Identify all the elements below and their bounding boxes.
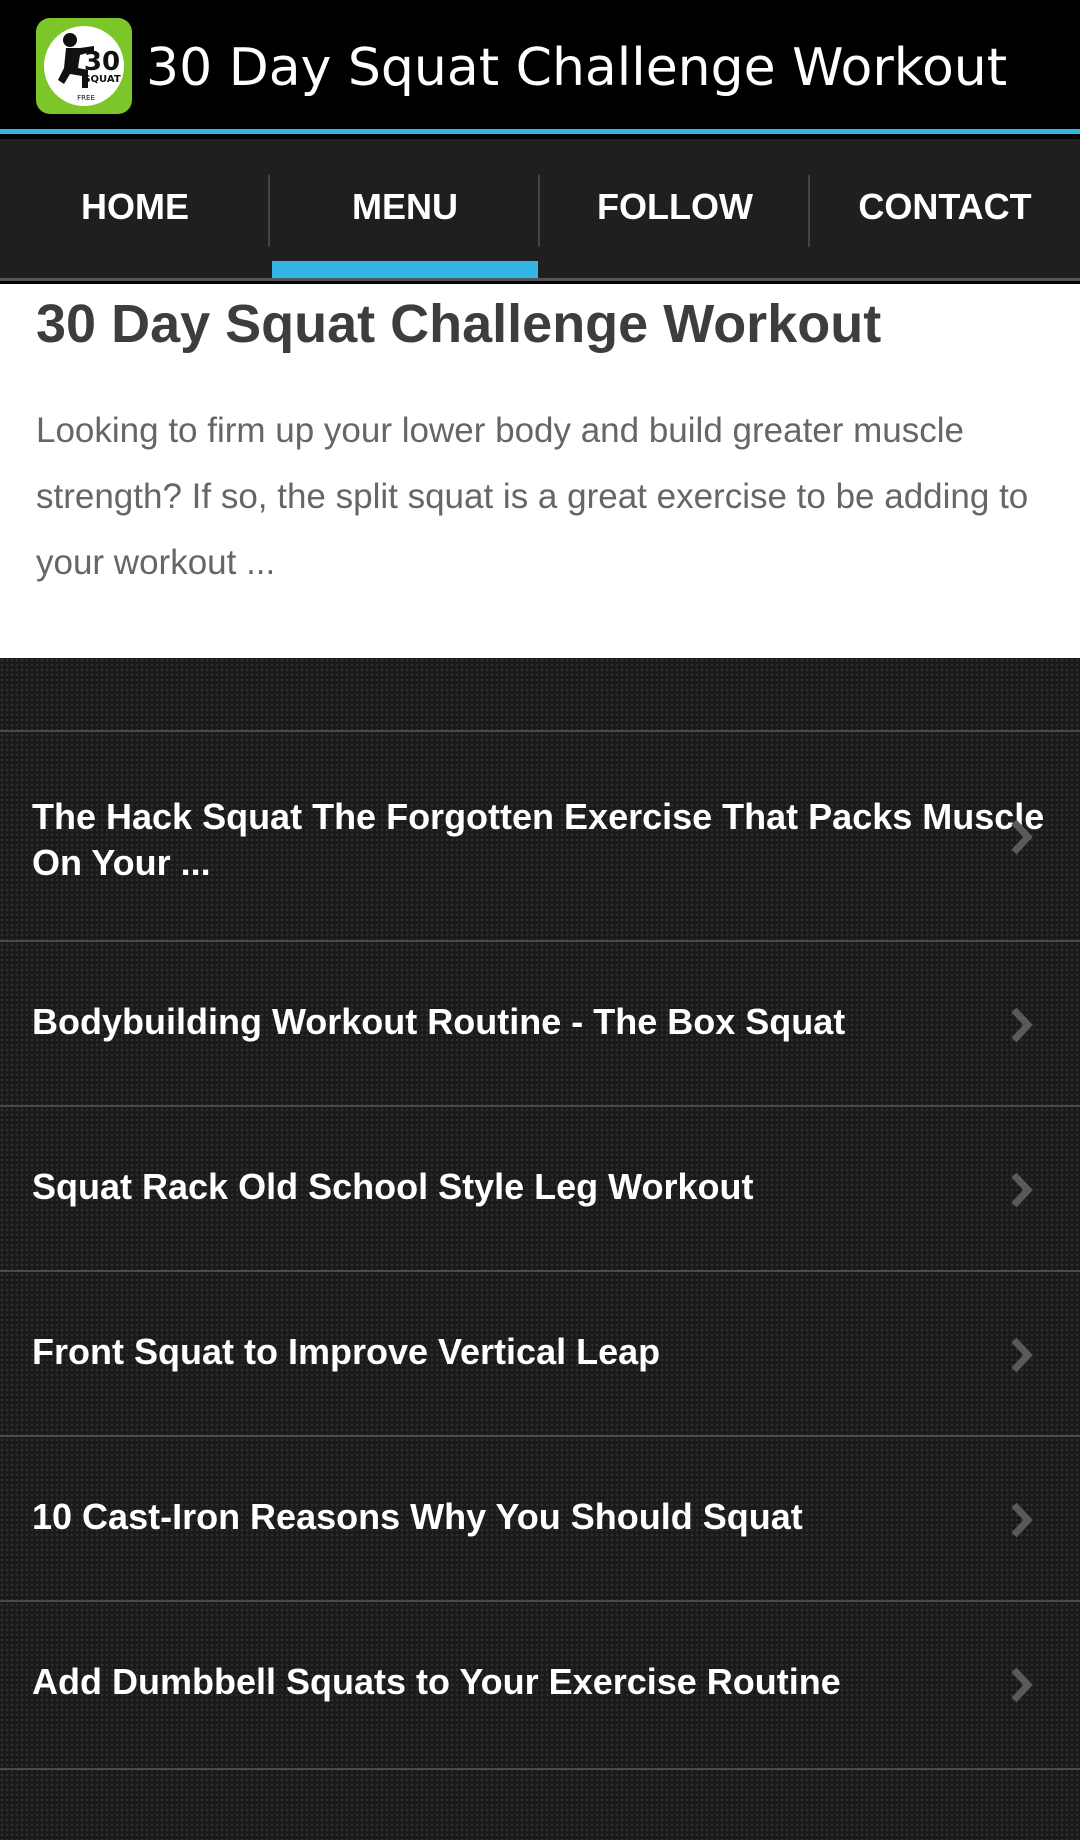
list-item-title: Add Dumbbell Squats to Your Exercise Rou… bbox=[32, 1661, 841, 1702]
chevron-right-icon bbox=[1011, 1007, 1033, 1043]
intro-panel: 30 Day Squat Challenge Workout Looking t… bbox=[0, 284, 1080, 658]
list-item-title: 10 Cast-Iron Reasons Why You Should Squa… bbox=[32, 1496, 803, 1537]
intro-text: Looking to firm up your lower body and b… bbox=[36, 411, 1029, 582]
list-item-title: Squat Rack Old School Style Leg Workout bbox=[32, 1166, 754, 1207]
list-item-title: Bodybuilding Workout Routine - The Box S… bbox=[32, 1001, 846, 1042]
list-item-hack-squat[interactable]: The Hack Squat The Forgotten Exercise Th… bbox=[0, 732, 1080, 940]
list-item-title: Front Squat to Improve Vertical Leap bbox=[32, 1331, 661, 1372]
chevron-right-icon bbox=[1011, 819, 1033, 855]
icon-word: SQUAT bbox=[83, 74, 120, 85]
nav-bar: HOME MENU FOLLOW CONTACT bbox=[0, 139, 1080, 281]
tab-menu[interactable]: MENU bbox=[270, 139, 540, 278]
tab-follow-label: FOLLOW bbox=[597, 185, 753, 227]
list-item-title: The Hack Squat The Forgotten Exercise Th… bbox=[32, 796, 1045, 883]
article-list: The Hack Squat The Forgotten Exercise Th… bbox=[0, 658, 1080, 1840]
list-item-squat-rack[interactable]: Squat Rack Old School Style Leg Workout bbox=[0, 1107, 1080, 1270]
tab-menu-label: MENU bbox=[352, 185, 458, 227]
tab-home-label: HOME bbox=[81, 185, 189, 227]
icon-number: 30 bbox=[84, 47, 120, 77]
chevron-right-icon bbox=[1011, 1172, 1033, 1208]
page-title: 30 Day Squat Challenge Workout bbox=[36, 294, 882, 354]
chevron-right-icon bbox=[1011, 1667, 1033, 1703]
chevron-right-icon bbox=[1011, 1502, 1033, 1538]
list-item-box-squat[interactable]: Bodybuilding Workout Routine - The Box S… bbox=[0, 942, 1080, 1105]
chevron-right-icon bbox=[1011, 1337, 1033, 1373]
list-divider bbox=[0, 1768, 1080, 1770]
tab-follow[interactable]: FOLLOW bbox=[540, 139, 810, 278]
app-title: 30 Day Squat Challenge Workout bbox=[146, 38, 1008, 98]
list-item-cast-iron[interactable]: 10 Cast-Iron Reasons Why You Should Squa… bbox=[0, 1437, 1080, 1600]
tab-contact-label: CONTACT bbox=[858, 185, 1032, 227]
squat-logo-icon[interactable]: 30 SQUAT FREE bbox=[36, 18, 132, 114]
tab-contact[interactable]: CONTACT bbox=[810, 139, 1080, 278]
list-item-dumbbell-squats[interactable]: Add Dumbbell Squats to Your Exercise Rou… bbox=[0, 1602, 1080, 1768]
tab-home[interactable]: HOME bbox=[0, 139, 270, 278]
active-tab-indicator bbox=[272, 261, 538, 278]
app-bar: 30 SQUAT FREE 30 Day Squat Challenge Wor… bbox=[0, 0, 1080, 134]
list-item-front-squat[interactable]: Front Squat to Improve Vertical Leap bbox=[0, 1272, 1080, 1435]
icon-free: FREE bbox=[77, 94, 95, 102]
